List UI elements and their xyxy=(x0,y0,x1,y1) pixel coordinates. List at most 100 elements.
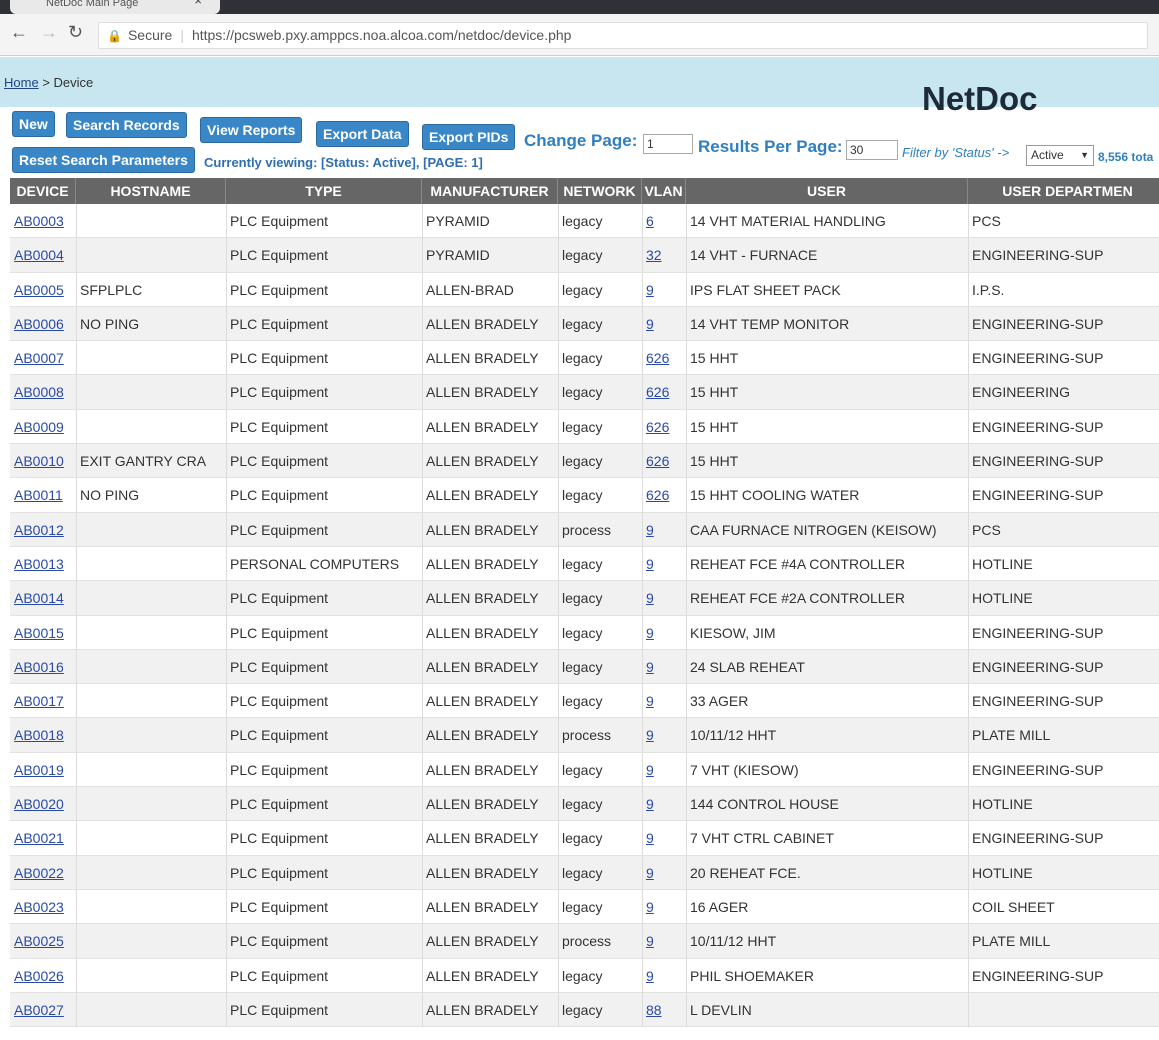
vlan-link[interactable]: 9 xyxy=(642,959,686,993)
status-select[interactable]: Active ▼ xyxy=(1026,145,1094,166)
reload-icon[interactable]: ↻ xyxy=(68,22,83,43)
view-reports-button[interactable]: View Reports xyxy=(200,117,303,143)
user-department-cell: ENGINEERING-SUP xyxy=(972,487,1104,504)
page-input[interactable]: 1 xyxy=(643,134,693,154)
type-cell: PLC Equipment xyxy=(230,453,329,470)
vlan-link[interactable]: 9 xyxy=(642,924,686,958)
network-cell: process xyxy=(562,521,612,538)
manufacturer-cell: ALLEN BRADELY xyxy=(426,933,539,950)
column-header-user[interactable]: USER xyxy=(686,178,968,204)
user-cell: 14 VHT MATERIAL HANDLING xyxy=(690,213,886,229)
address-bar: ← → ↻ 🔒 Secure | https://pcsweb.pxy.amppcs.… xyxy=(0,14,1159,56)
device-link[interactable]: AB0005 xyxy=(10,273,76,307)
vlan-link[interactable]: 626 xyxy=(642,341,686,375)
device-link[interactable]: AB0021 xyxy=(10,821,76,855)
vlan-link[interactable]: 9 xyxy=(642,753,686,787)
network-cell: legacy xyxy=(562,898,603,915)
network-cell: legacy xyxy=(562,1001,603,1018)
results-per-page-input[interactable]: 30 xyxy=(846,140,898,160)
device-link[interactable]: AB0006 xyxy=(10,307,76,341)
vlan-link[interactable]: 9 xyxy=(642,616,686,650)
network-cell: legacy xyxy=(562,384,603,401)
column-header-device[interactable]: DEVICE xyxy=(10,178,76,204)
hostname-cell: NO PING xyxy=(80,487,140,504)
tab-close-icon[interactable]: × xyxy=(194,0,202,7)
hostname-cell xyxy=(76,821,226,855)
column-header-hostname[interactable]: HOSTNAME xyxy=(76,178,226,204)
device-link[interactable]: AB0025 xyxy=(10,924,76,958)
device-link[interactable]: AB0007 xyxy=(10,341,76,375)
vlan-link[interactable]: 9 xyxy=(642,787,686,821)
new-button[interactable]: New xyxy=(12,111,55,137)
vlan-link[interactable]: 9 xyxy=(642,547,686,581)
column-header-type[interactable]: TYPE xyxy=(226,178,422,204)
vlan-link[interactable]: 32 xyxy=(642,238,686,272)
vlan-link[interactable]: 9 xyxy=(642,273,686,307)
device-link[interactable]: AB0008 xyxy=(10,375,76,409)
reset-search-button[interactable]: Reset Search Parameters xyxy=(12,147,195,173)
vlan-link[interactable]: 626 xyxy=(642,478,686,512)
vlan-link[interactable]: 626 xyxy=(642,444,686,478)
vlan-link[interactable]: 9 xyxy=(642,513,686,547)
device-link[interactable]: AB0026 xyxy=(10,959,76,993)
network-cell: legacy xyxy=(562,967,603,984)
network-cell: legacy xyxy=(562,624,603,641)
vlan-link[interactable]: 9 xyxy=(642,856,686,890)
device-link[interactable]: AB0018 xyxy=(10,718,76,752)
export-pids-button[interactable]: Export PIDs xyxy=(422,124,516,150)
device-link[interactable]: AB0003 xyxy=(10,204,76,238)
device-table: DEVICE HOSTNAME TYPE MANUFACTURER NETWOR… xyxy=(10,178,1159,1028)
device-link[interactable]: AB0019 xyxy=(10,753,76,787)
vlan-link[interactable]: 9 xyxy=(642,718,686,752)
user-cell: L DEVLIN xyxy=(690,1001,752,1018)
user-cell: PHIL SHOEMAKER xyxy=(690,967,814,984)
user-department-cell: COIL SHEET xyxy=(972,898,1055,915)
column-header-manufacturer[interactable]: MANUFACTURER xyxy=(422,178,558,204)
export-data-button[interactable]: Export Data xyxy=(316,121,409,147)
vlan-link[interactable]: 626 xyxy=(642,410,686,444)
vlan-link[interactable]: 88 xyxy=(642,993,686,1027)
vlan-link[interactable]: 9 xyxy=(642,307,686,341)
network-cell: legacy xyxy=(562,658,603,675)
vlan-link[interactable]: 626 xyxy=(642,375,686,409)
vlan-link[interactable]: 9 xyxy=(642,821,686,855)
device-link[interactable]: AB0012 xyxy=(10,513,76,547)
user-cell: REHEAT FCE #4A CONTROLLER xyxy=(690,555,905,572)
type-cell: PLC Equipment xyxy=(230,864,329,881)
browser-tab[interactable]: NetDoc Main Page × xyxy=(10,0,220,14)
vlan-link[interactable]: 9 xyxy=(642,581,686,615)
hostname-cell xyxy=(76,238,226,272)
device-link[interactable]: AB0010 xyxy=(10,444,76,478)
device-link[interactable]: AB0015 xyxy=(10,616,76,650)
breadcrumb-home-link[interactable]: Home xyxy=(4,75,39,90)
device-link[interactable]: AB0027 xyxy=(10,993,76,1027)
device-link[interactable]: AB0013 xyxy=(10,547,76,581)
device-link[interactable]: AB0023 xyxy=(10,890,76,924)
vlan-link[interactable]: 9 xyxy=(642,684,686,718)
vlan-link[interactable]: 9 xyxy=(642,890,686,924)
type-cell: PLC Equipment xyxy=(230,315,329,332)
manufacturer-cell: ALLEN BRADELY xyxy=(426,590,539,607)
url-field[interactable]: 🔒 Secure | https://pcsweb.pxy.amppcs.noa.al… xyxy=(98,22,1148,49)
search-records-button[interactable]: Search Records xyxy=(66,112,187,138)
total-count: 8,556 tota xyxy=(1098,150,1154,164)
forward-arrow-icon[interactable]: → xyxy=(40,22,58,43)
device-link[interactable]: AB0014 xyxy=(10,581,76,615)
table-row: AB0019 PLC Equipment ALLEN BRADELY legacy 9 7… xyxy=(10,752,1159,788)
column-header-network[interactable]: NETWORK xyxy=(558,178,642,204)
device-link[interactable]: AB0016 xyxy=(10,650,76,684)
column-header-user-department[interactable]: USER DEPARTMEN xyxy=(968,178,1159,204)
manufacturer-cell: ALLEN BRADELY xyxy=(426,350,539,367)
vlan-link[interactable]: 6 xyxy=(642,204,686,238)
device-link[interactable]: AB0020 xyxy=(10,787,76,821)
device-link[interactable]: AB0022 xyxy=(10,856,76,890)
user-cell: 20 REHEAT FCE. xyxy=(690,864,801,881)
tab-title: NetDoc Main Page xyxy=(46,0,139,9)
back-arrow-icon[interactable]: ← xyxy=(10,22,28,43)
device-link[interactable]: AB0004 xyxy=(10,238,76,272)
device-link[interactable]: AB0017 xyxy=(10,684,76,718)
column-header-vlan[interactable]: VLAN xyxy=(642,178,686,204)
device-link[interactable]: AB0009 xyxy=(10,410,76,444)
device-link[interactable]: AB0011 xyxy=(10,478,76,512)
vlan-link[interactable]: 9 xyxy=(642,650,686,684)
